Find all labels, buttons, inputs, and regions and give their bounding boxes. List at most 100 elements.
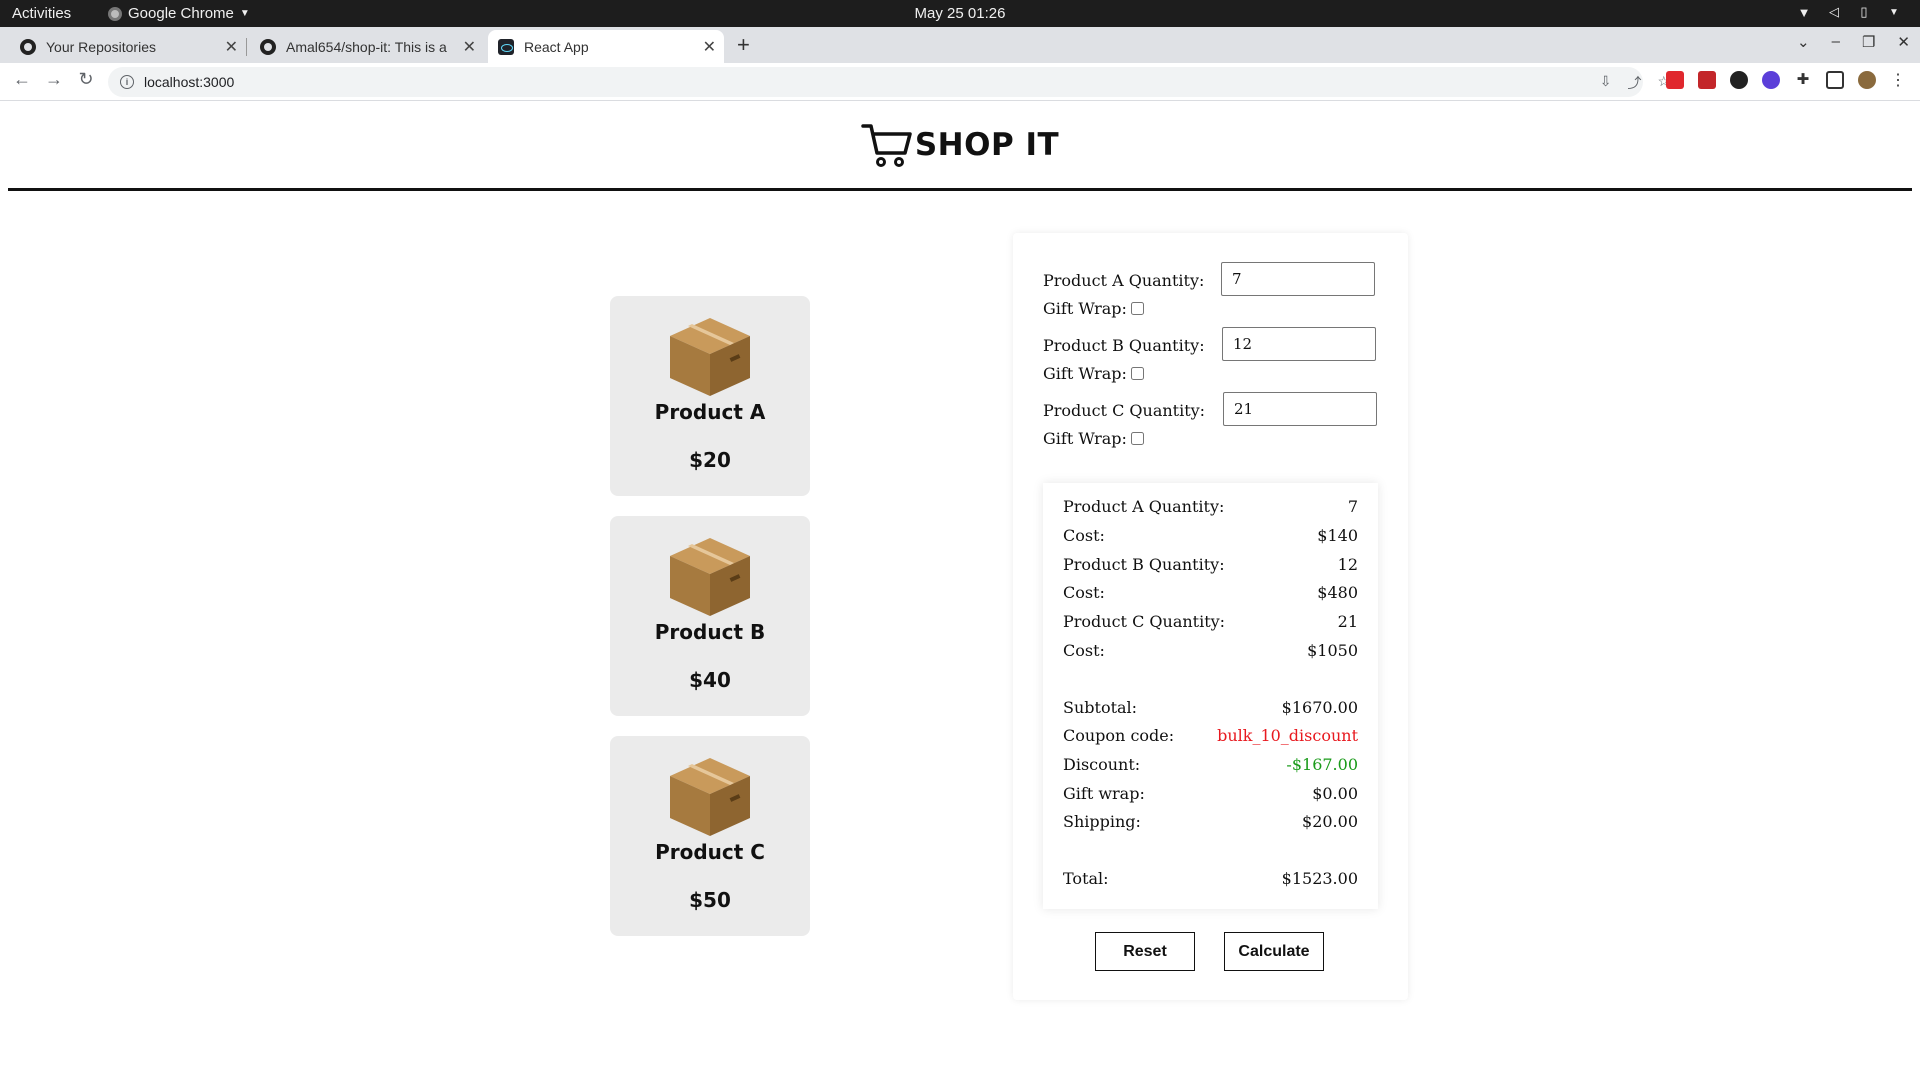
product-card[interactable]: Product B $40 [610,516,810,716]
tab-your-repositories[interactable]: Your Repositories ✕ [10,30,247,63]
system-tray[interactable]: ▼ ◁ ▯ ▼ [1796,4,1902,20]
tab-strip: Your Repositories ✕ Amal654/shop-it: Thi… [0,27,1920,63]
tab-search-icon[interactable]: ⌄ [1797,33,1810,51]
product-b-quantity-input[interactable] [1222,327,1376,361]
subtotal-row: Subtotal: $1670.00 [1063,698,1358,717]
app-menu-label: Google Chrome [128,5,234,22]
coupon-code-value: bulk_10_discount [1217,726,1358,745]
product-a-gift-wrap-checkbox[interactable] [1130,302,1144,315]
install-icon[interactable]: ⇩ [1600,73,1612,93]
back-icon[interactable]: ← [10,69,34,90]
calculate-button[interactable]: Calculate [1224,932,1324,971]
total-value: $1523.00 [1281,869,1358,888]
product-c-quantity-input[interactable] [1223,392,1377,426]
quantity-label: Product C Quantity: [1043,401,1206,420]
tab-title: Amal654/shop-it: This is a [286,38,447,55]
logo-text: SHOP IT [914,127,1060,163]
openai-icon[interactable] [1730,71,1748,89]
summary-value: 12 [1337,555,1358,574]
battery-icon: ▯ [1860,4,1868,19]
summary-label: Cost: [1063,641,1105,660]
header-divider [8,188,1912,191]
new-tab-button[interactable]: + [737,32,750,58]
puzzle-icon[interactable]: ✚ [1794,71,1812,89]
summary-label: Cost: [1063,526,1105,545]
shipping-value: $20.00 [1302,812,1358,831]
gift-wrap-label: Gift Wrap: [1043,364,1127,383]
tab-shop-it-repo[interactable]: Amal654/shop-it: This is a ✕ [250,30,484,63]
summary-value: $140 [1317,526,1358,545]
summary-label: Product B Quantity: [1063,555,1225,574]
address-bar[interactable]: i localhost:3000 [108,67,1643,97]
volume-muted-icon: ◁ [1829,4,1839,19]
product-name: Product A [654,400,766,424]
shipping-row: Shipping: $20.00 [1063,812,1358,831]
product-card[interactable]: Product C $50 [610,736,810,936]
product-price: $40 [689,668,731,692]
tab-title: Your Repositories [46,38,156,55]
more-menu-icon[interactable]: ⋮ [1890,70,1906,90]
github-icon [20,38,36,55]
product-b-gift-wrap-checkbox[interactable] [1130,367,1144,380]
minimize-icon[interactable]: – [1832,33,1840,51]
close-icon[interactable]: ✕ [225,37,238,57]
browser-toolbar: ← → ↻ i localhost:3000 ⇩ ⤴ ☆ ✚ ⋮ [0,63,1920,101]
product-name: Product C [655,840,765,864]
site-header: SHOP IT [0,101,1920,189]
chevron-down-icon: ▼ [1889,6,1899,18]
summary-row: Product A Quantity: 7 [1063,497,1358,516]
forward-icon[interactable]: → [42,69,66,90]
clock[interactable]: May 25 01:26 [0,5,1920,22]
reload-icon[interactable]: ↻ [74,69,98,90]
quantity-label: Product A Quantity: [1043,271,1205,290]
total-row: Total: $1523.00 [1063,869,1358,888]
product-card[interactable]: Product A $20 [610,296,810,496]
close-icon[interactable]: ✕ [463,37,476,57]
avatar[interactable] [1858,71,1876,89]
github-icon [260,38,276,55]
discount-row: Discount: -$167.00 [1063,755,1358,774]
logo[interactable]: SHOP IT [861,121,1059,169]
tab-title: React App [524,38,589,55]
gift-wrap-field: Gift Wrap: [1043,364,1144,383]
subtotal-value: $1670.00 [1281,698,1358,717]
activities-button[interactable]: Activities [12,5,71,22]
page-content: SHOP IT Product A $20 Product B $40 Prod… [0,101,1920,1080]
summary-value: $480 [1317,583,1358,602]
quantity-label: Product B Quantity: [1043,336,1205,355]
summary-value: 21 [1337,612,1358,631]
extension-icon[interactable] [1762,71,1780,89]
extension-icon[interactable] [1666,71,1684,89]
order-panel: Product A Quantity: Gift Wrap: Product B… [1013,233,1408,1000]
product-a-quantity-input[interactable] [1221,262,1375,296]
restore-icon[interactable]: ❐ [1862,33,1875,51]
summary-row: Cost: $1050 [1063,641,1358,660]
tab-react-app[interactable]: React App ✕ [488,30,724,63]
wifi-icon: ▼ [1797,4,1811,20]
reset-button[interactable]: Reset [1095,932,1195,971]
app-menu[interactable]: Google Chrome ▼ [108,5,250,22]
share-icon[interactable]: ⤴ [1627,73,1641,93]
summary-value: $1050 [1307,641,1358,660]
coupon-label: Coupon code: [1063,726,1175,745]
product-c-gift-wrap-checkbox[interactable] [1130,432,1144,445]
window-controls: ⌄ – ❐ ✕ [1797,33,1910,51]
close-icon[interactable]: ✕ [1897,33,1910,51]
gift-wrap-total-row: Gift wrap: $0.00 [1063,784,1358,803]
info-icon[interactable]: i [120,75,134,89]
extensions-row: ✚ ⋮ [1666,70,1906,90]
gift-wrap-total-value: $0.00 [1312,784,1358,803]
extension-icon[interactable] [1698,71,1716,89]
shipping-label: Shipping: [1063,812,1141,831]
summary-value: 7 [1347,497,1358,516]
summary-row: Cost: $140 [1063,526,1358,545]
close-icon[interactable]: ✕ [703,37,716,57]
total-label: Total: [1063,869,1109,888]
coupon-row: Coupon code: bulk_10_discount [1063,726,1358,745]
package-box-icon [670,538,750,616]
product-price: $50 [689,888,731,912]
gift-wrap-total-label: Gift wrap: [1063,784,1145,803]
order-summary: Product A Quantity: 7 Cost: $140 Product… [1043,483,1378,909]
side-panel-icon[interactable] [1826,71,1844,89]
react-icon [498,38,514,55]
